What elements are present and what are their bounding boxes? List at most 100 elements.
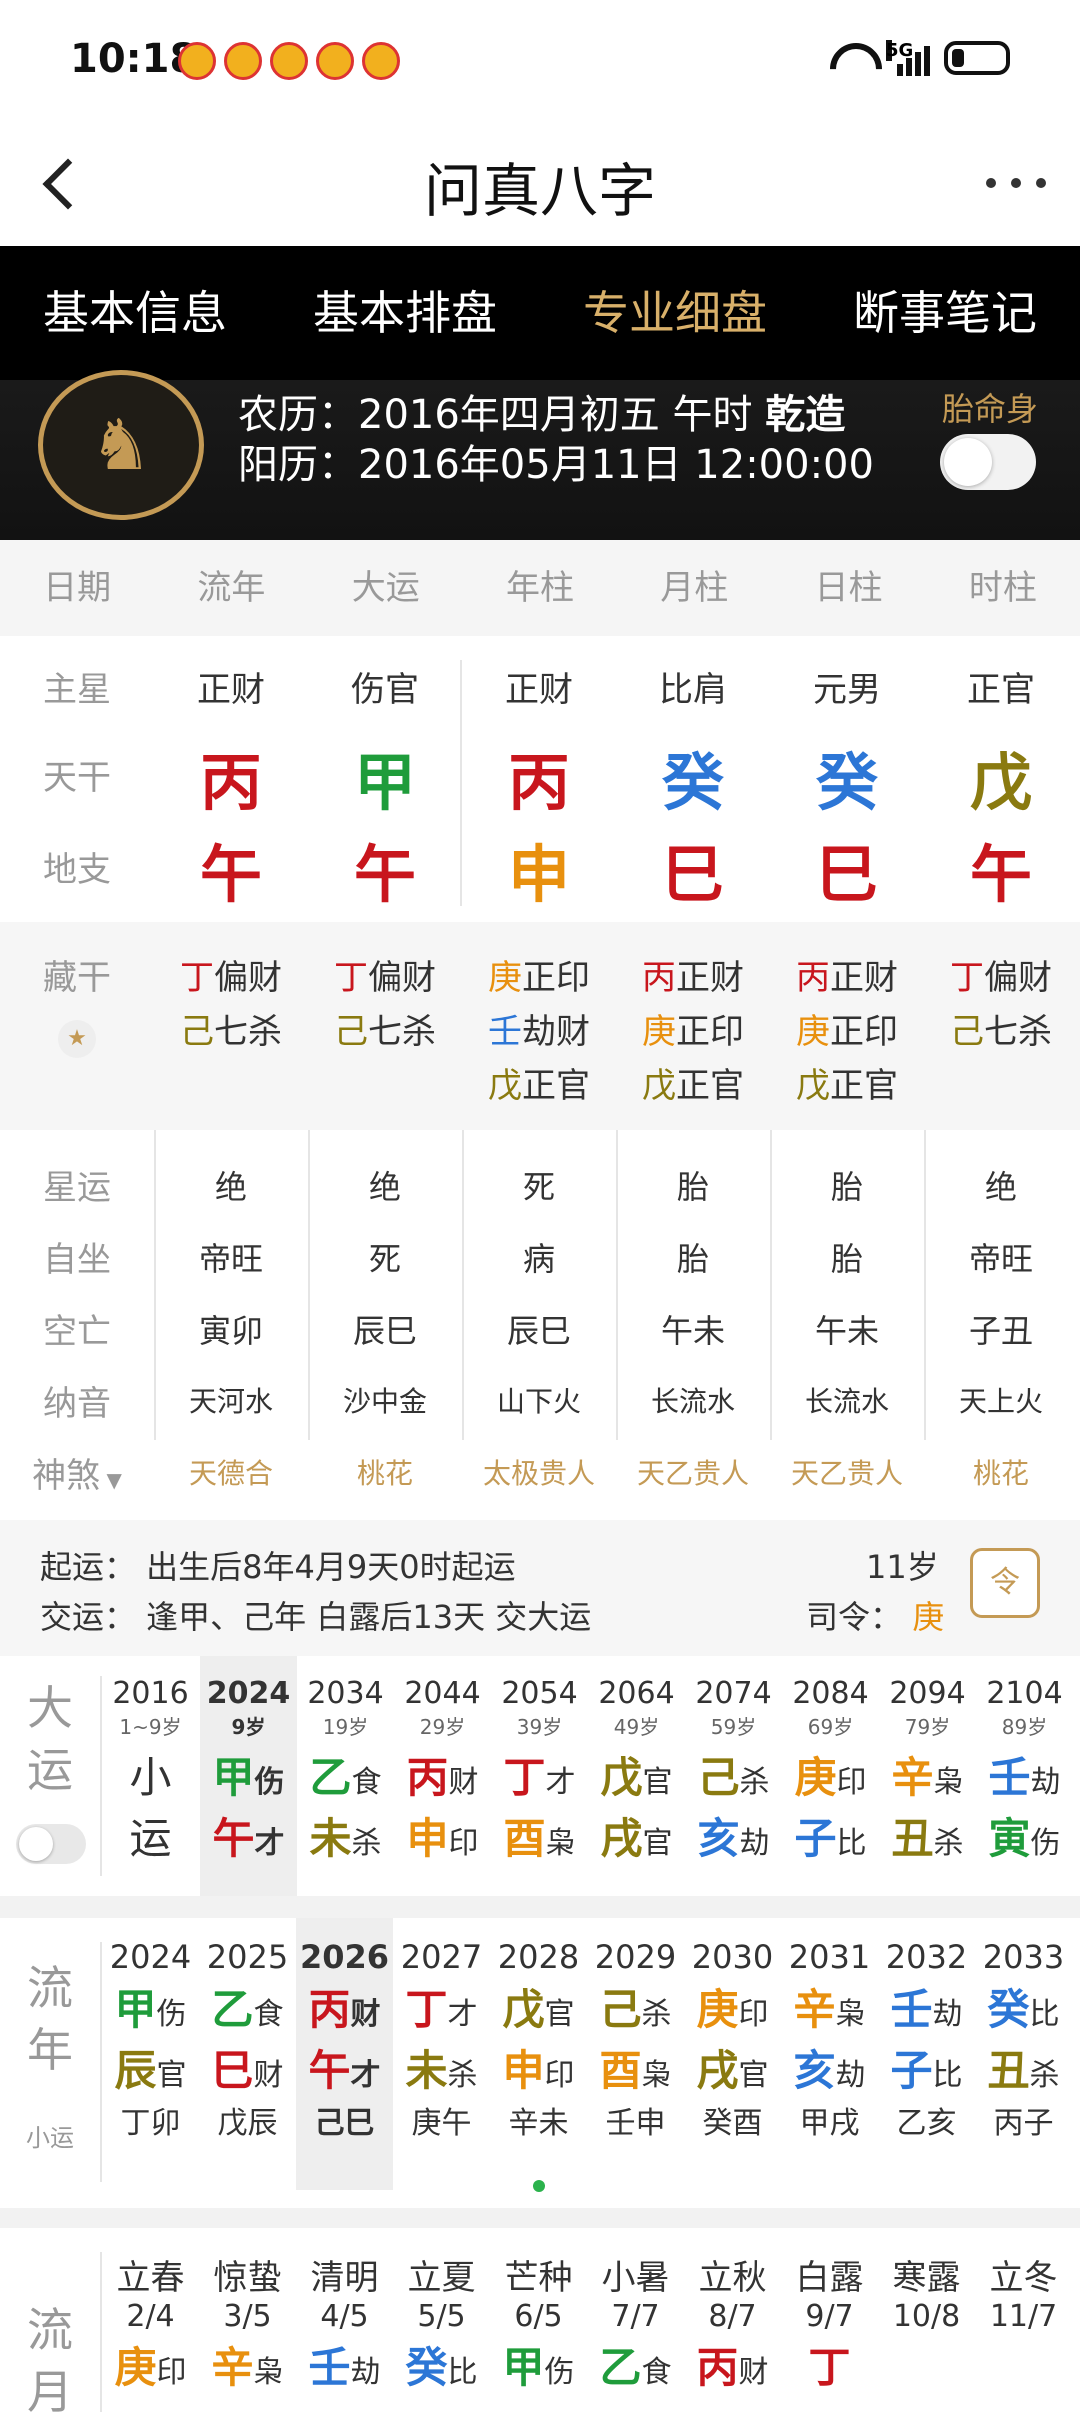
liuyue-label-2: 月 [27, 2365, 73, 2412]
shensha-hour[interactable]: 桃花 [924, 1452, 1078, 1492]
liunian-item-5[interactable]: 2029 己杀 酉枭 壬申 [587, 1938, 684, 2142]
shensha-year[interactable]: 太极贵人 [462, 1452, 616, 1492]
zizuo-year: 病 [522, 1240, 555, 1278]
tab-detailed-chart[interactable]: 专业细盘 [540, 246, 810, 380]
hidden-day-2: 庚正印 [796, 1012, 898, 1052]
tab-basic-chart[interactable]: 基本排盘 [270, 246, 540, 380]
xingyun-month: 胎 [676, 1168, 709, 1206]
more-options-icon[interactable] [986, 168, 1046, 198]
row-label-xingyun: 星运 [43, 1168, 111, 1208]
hidden-month-3: 戊正官 [642, 1066, 744, 1106]
dayun-section: 大 运 2016 1~9岁 小 运 2024 9岁 甲伤 午才 2034 19岁 乙食… [0, 1656, 1080, 1896]
dayun-item-6[interactable]: 2074 59岁 己杀 亥劫 [685, 1676, 782, 1866]
liuyue-item-1[interactable]: 惊蛰 3/5 辛枭 [199, 2250, 296, 2395]
col-header-year-pillar: 年柱 [505, 568, 574, 608]
stem-year: 丙 [507, 746, 570, 819]
taimingshen-toggle[interactable] [940, 434, 1036, 490]
branch-hour: 午 [969, 838, 1032, 911]
dayun-item-3[interactable]: 2044 29岁 丙财 申印 [394, 1676, 491, 1866]
liunian-item-3[interactable]: 2027 丁才 未杀 庚午 [393, 1938, 490, 2142]
hidden-year-2: 壬劫财 [488, 1012, 590, 1052]
siling-calendar-icon[interactable]: 令 [970, 1548, 1040, 1618]
shensha-dayun[interactable]: 桃花 [308, 1452, 462, 1492]
liuyue-item-6[interactable]: 立秋 8/7 丙财 [684, 2250, 781, 2395]
dayun-item-1-selected[interactable]: 2024 9岁 甲伤 午才 [200, 1656, 297, 1896]
page: 10:18 5G 问真八字 基本信息 基本排盘 专业细盘 断事笔记 ♞ 农历：2… [0, 0, 1080, 2412]
col-header-date: 日期 [43, 568, 112, 608]
dayun-item-8[interactable]: 2094 79岁 辛枭 丑杀 [879, 1676, 976, 1866]
main-star-day: 元男 [813, 670, 881, 710]
shensha-liunian[interactable]: 天德合 [154, 1452, 308, 1492]
liuyue-item-2[interactable]: 清明 4/5 壬劫 [296, 2250, 393, 2395]
shensha-day[interactable]: 天乙贵人 [770, 1452, 924, 1492]
qiyun-change: 交运： 逢甲、己年 白露后13天 交大运 [40, 1598, 592, 1636]
tab-notes[interactable]: 断事笔记 [810, 246, 1080, 380]
liunian-item-4[interactable]: 2028 戊官 申印 辛未 [490, 1938, 587, 2142]
branch-liunian: 午 [199, 838, 262, 911]
liunian-item-2-selected[interactable]: 2026 丙财 午才 己巳 [296, 1918, 393, 2190]
liuyue-item-3[interactable]: 立夏 5/5 癸比 [393, 2250, 490, 2395]
xingyun-year: 死 [522, 1168, 555, 1206]
zizuo-hour: 帝旺 [968, 1240, 1033, 1278]
row-label-hidden: 藏干 [43, 958, 111, 998]
liunian-item-1[interactable]: 2025 乙食 巳财 戊辰 [199, 1938, 296, 2142]
stem-month: 癸 [661, 746, 724, 819]
branch-day: 巳 [815, 838, 878, 911]
liunian-item-0[interactable]: 2024 甲伤 辰官 丁卯 [102, 1938, 199, 2142]
kongwang-day: 午未 [814, 1312, 879, 1350]
dayun-label-2: 运 [27, 1743, 73, 1797]
main-pillars: 主星 天干 地支 正财 伤官 正财 比肩 元男 正官 丙 甲 丙 癸 癸 戊 午… [0, 636, 1080, 922]
liunian-item-8[interactable]: 2032 壬劫 子比 乙亥 [878, 1938, 975, 2142]
liunian-item-6[interactable]: 2030 庚印 戌官 癸酉 [684, 1938, 781, 2142]
weibo-notification-icon [224, 42, 262, 80]
zizuo-liunian: 帝旺 [198, 1240, 263, 1278]
col-header-month-pillar: 月柱 [660, 568, 729, 608]
monkey-zodiac-icon: ♞ [38, 370, 204, 520]
shensha-dropdown[interactable]: 神煞 ▼ [0, 1448, 154, 1497]
hidden-year-3: 戊正官 [488, 1066, 590, 1106]
stem-day: 癸 [815, 746, 878, 819]
dayun-item-0[interactable]: 2016 1~9岁 小 运 [102, 1676, 199, 1876]
liunian-item-9[interactable]: 2033 癸比 丑杀 丙子 [975, 1938, 1072, 2142]
dayun-item-4[interactable]: 2054 39岁 丁才 酉枭 [491, 1676, 588, 1866]
shensha-month[interactable]: 天乙贵人 [616, 1452, 770, 1492]
main-star-liunian: 正财 [197, 670, 265, 710]
liunian-item-7[interactable]: 2031 辛枭 亥劫 甲戌 [781, 1938, 878, 2142]
liunian-label-1: 流 [27, 1961, 73, 2015]
dayun-item-7[interactable]: 2084 69岁 庚印 子比 [782, 1676, 879, 1866]
dayun-label-1: 大 [27, 1681, 73, 1735]
col-header-hour-pillar: 时柱 [968, 568, 1037, 608]
wifi-icon [828, 41, 872, 75]
dayun-item-9[interactable]: 2104 89岁 壬劫 寅伤 [976, 1676, 1073, 1866]
row-label-stem: 天干 [43, 758, 111, 798]
stem-dayun: 甲 [353, 746, 416, 819]
dayun-item-5[interactable]: 2064 49岁 戊官 戌官 [588, 1676, 685, 1866]
dayun-toggle[interactable] [16, 1824, 86, 1864]
hidden-day-3: 戊正官 [796, 1066, 898, 1106]
nayin-year: 山下火 [496, 1385, 581, 1418]
nayin-liunian: 天河水 [188, 1385, 273, 1418]
xiaoyun-label: 小运 [26, 2124, 74, 2152]
liuyue-item-8[interactable]: 寒露 10/8 [878, 2250, 975, 2334]
current-year-indicator [533, 2180, 545, 2192]
row-label-zizuo: 自坐 [43, 1240, 111, 1280]
liuyue-item-5[interactable]: 小暑 7/7 乙食 [587, 2250, 684, 2395]
liunian-label-2: 年 [27, 2023, 73, 2077]
dayun-item-2[interactable]: 2034 19岁 乙食 未杀 [297, 1676, 394, 1866]
pin-icon[interactable]: ★ [58, 1020, 96, 1058]
section-divider [0, 2208, 1080, 2228]
stem-liunian: 丙 [199, 746, 262, 819]
zizuo-month: 胎 [676, 1240, 709, 1278]
liuyue-item-7[interactable]: 白露 9/7 丁 [781, 2250, 878, 2395]
liuyue-item-4[interactable]: 芒种 6/5 甲伤 [490, 2250, 587, 2395]
status-bar: 10:18 5G [0, 0, 1080, 118]
liuyue-item-9[interactable]: 立冬 11/7 [975, 2250, 1072, 2334]
liuyue-item-0[interactable]: 立春 2/4 庚印 [102, 2250, 199, 2395]
stem-hour: 戊 [969, 746, 1032, 819]
kongwang-liunian: 寅卯 [198, 1312, 263, 1350]
liunian-section: 流 年 小运 2024 甲伤 辰官 丁卯 2025 乙食 巳财 戊辰 2026 … [0, 1918, 1080, 2208]
taimingshen-label: 胎命身 [941, 390, 1038, 428]
kongwang-month: 午未 [660, 1312, 725, 1350]
tab-basic-info[interactable]: 基本信息 [0, 246, 270, 380]
nayin-dayun: 沙中金 [342, 1385, 427, 1418]
